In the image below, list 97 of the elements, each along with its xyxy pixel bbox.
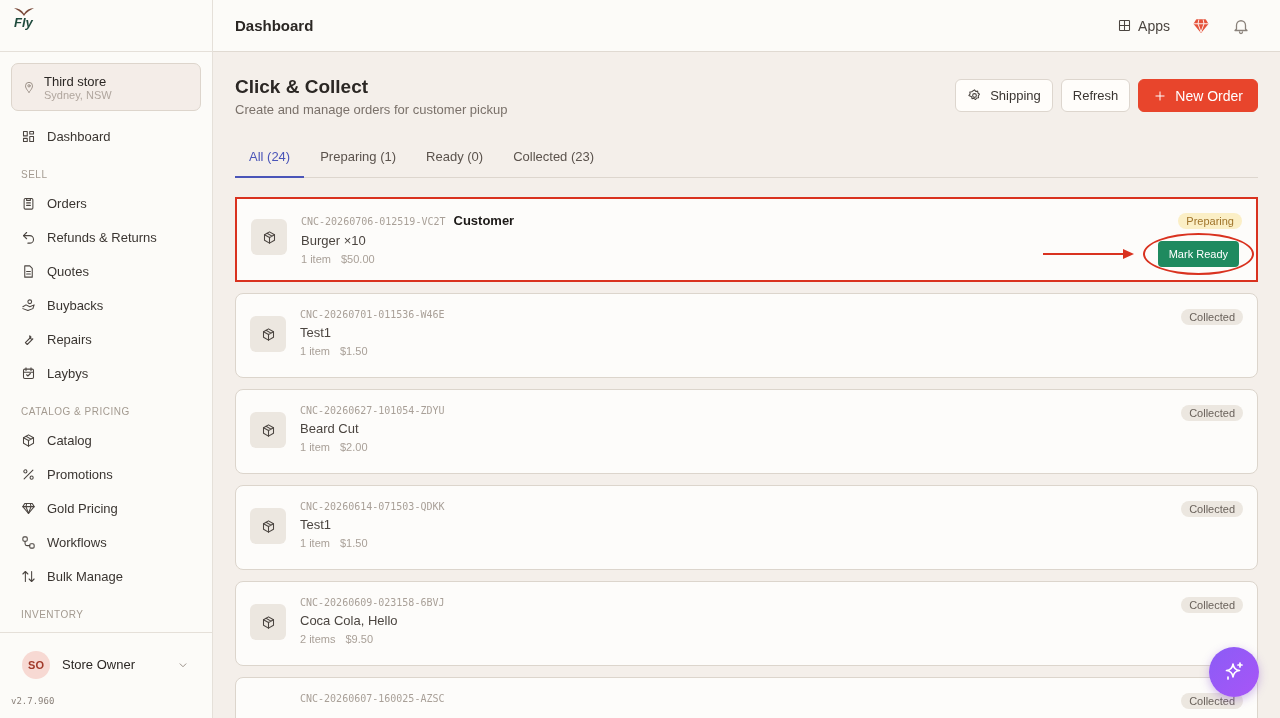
customer-name: Customer (453, 213, 515, 228)
sidebar-item-label: Refunds & Returns (47, 229, 157, 245)
item-count: 2 items (300, 633, 336, 645)
status-badge: Preparing (1178, 213, 1242, 229)
order-id: CNC-20260706-012519-VC2T (301, 216, 446, 227)
bird-logo-icon (14, 8, 34, 16)
status-badge: Collected (1181, 405, 1243, 421)
sidebar-item-label: Buybacks (47, 297, 104, 313)
refresh-button[interactable]: Refresh (1060, 79, 1131, 112)
order-total: $2.00 (339, 441, 368, 453)
order-total: $1.50 (339, 537, 368, 549)
order-items: Test1 (300, 325, 333, 340)
sidebar-item-label: Quotes (47, 263, 89, 279)
order-items: Coca Cola, Hello (300, 613, 399, 628)
page-title: Dashboard (235, 17, 314, 34)
item-count: 1 item (301, 253, 331, 265)
sidebar-item[interactable]: Dashboard (11, 119, 201, 153)
location-pin-icon (22, 80, 36, 94)
status-badge: Collected (1181, 597, 1243, 613)
document-icon (21, 263, 36, 279)
order-id: CNC-20260627-101054-ZDYU (300, 405, 445, 416)
sidebar-item-label: Repairs (47, 331, 92, 347)
item-count: 1 item (300, 345, 330, 357)
percent-icon (21, 466, 36, 482)
status-badge: Collected (1181, 309, 1243, 325)
tab[interactable]: Collected (23) (499, 143, 609, 178)
undo-arrow-icon (21, 229, 36, 245)
tab[interactable]: All (24) (235, 143, 305, 178)
section-heading: CATALOG & PRICING (20, 405, 131, 419)
plus-icon (1153, 88, 1168, 103)
store-selector[interactable]: Third store Sydney, NSW (11, 63, 201, 111)
sort-arrows-icon (21, 568, 36, 584)
sidebar-item-label: Promotions (47, 466, 113, 482)
clipboard-icon (21, 195, 36, 211)
sidebar-item[interactable]: Refunds & Returns (11, 220, 201, 254)
order-total: $9.50 (345, 633, 373, 645)
section-subtitle: Create and manage orders for customer pickup (235, 102, 508, 117)
sidebar-item[interactable]: Quotes (11, 254, 201, 288)
user-menu[interactable]: SO Store Owner (0, 632, 212, 696)
calendar-icon (21, 365, 36, 381)
sidebar-item-label: Workflows (47, 534, 107, 550)
section-title: Click & Collect (235, 76, 370, 98)
order-total: $50.00 (340, 253, 375, 265)
sidebar-item-label: Catalog (47, 432, 92, 448)
box-icon (21, 432, 36, 448)
sidebar-item-label: Gold Pricing (47, 500, 118, 516)
sidebar-item-label: Orders (47, 195, 87, 211)
sidebar-item[interactable]: Buybacks (11, 288, 201, 322)
tab[interactable]: Ready (0) (412, 143, 498, 178)
new-order-button[interactable]: New Order (1138, 79, 1258, 112)
order-id: CNC-20260614-071503-QDKK (300, 501, 445, 512)
sidebar-item[interactable]: Repairs (11, 322, 201, 356)
order-total: $1.50 (339, 345, 368, 357)
order-items: Beard Cut (300, 421, 360, 436)
sidebar-item[interactable]: Promotions (11, 457, 201, 491)
package-icon (251, 219, 287, 255)
grid-icon (1117, 18, 1133, 33)
order-id: CNC-20260607-160025-AZSC (300, 693, 445, 704)
sidebar-item[interactable]: Gold Pricing (11, 491, 201, 525)
package-icon (250, 508, 286, 544)
package-icon (250, 316, 286, 352)
logo-text: Fly (14, 16, 34, 29)
sidebar-item[interactable]: Orders (11, 186, 201, 220)
grid-icon (21, 128, 36, 144)
apps-button[interactable]: Apps (1117, 17, 1170, 34)
gem-icon[interactable] (1192, 16, 1210, 35)
workflow-icon (21, 534, 36, 550)
settings-icon (967, 88, 983, 103)
order-id: CNC-20260609-023158-6BVJ (300, 597, 445, 608)
section-heading: SELL (20, 168, 49, 182)
status-badge: Collected (1181, 501, 1243, 517)
shipping-button[interactable]: Shipping (955, 79, 1053, 112)
status-badge: Collected (1181, 693, 1243, 709)
order-items: Test1 (300, 517, 333, 532)
section-heading: INVENTORY (20, 608, 85, 622)
gem-icon (21, 500, 36, 516)
tab[interactable]: Preparing (1) (306, 143, 411, 178)
user-avatar: SO (22, 650, 50, 679)
sidebar-item[interactable]: Workflows (11, 525, 201, 559)
sidebar-item-label: Dashboard (47, 128, 111, 144)
item-count: 1 item (300, 537, 330, 549)
user-name: Store Owner (62, 657, 136, 672)
version-text: v2.7.960 (10, 696, 56, 708)
mark-ready-button[interactable]: Mark Ready (1157, 241, 1239, 267)
sidebar-item[interactable]: Bulk Manage (11, 559, 201, 593)
sidebar-item-label: Bulk Manage (47, 568, 123, 584)
sidebar-item-label: Laybys (47, 365, 89, 381)
order-id: CNC-20260701-011536-W46E (300, 309, 445, 320)
sidebar-item[interactable]: Laybys (11, 356, 201, 390)
package-icon (250, 604, 286, 640)
item-count: 1 item (300, 441, 330, 453)
store-location: Sydney, NSW (44, 88, 112, 101)
package-icon (250, 412, 286, 448)
store-name: Third store (44, 73, 108, 89)
sidebar-item[interactable]: Catalog (11, 423, 201, 457)
hand-icon (21, 297, 36, 313)
order-items: Burger ×10 (301, 233, 367, 248)
